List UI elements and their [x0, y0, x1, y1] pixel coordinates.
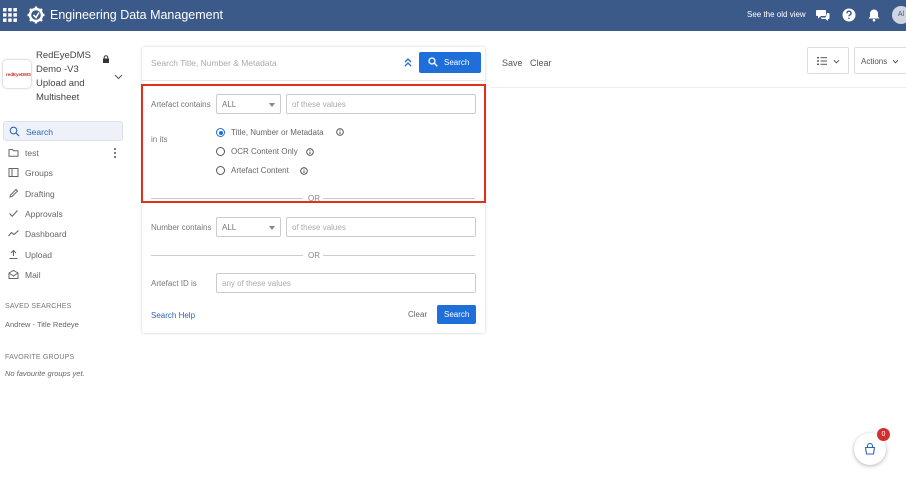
- top-search-button[interactable]: Search: [419, 52, 481, 73]
- number-match-select[interactable]: ALL: [216, 217, 281, 237]
- caret-down-icon: [269, 226, 275, 230]
- content-divider: [490, 87, 906, 88]
- favorite-groups-heading: FAVORITE GROUPS: [5, 354, 75, 361]
- pencil-icon: [9, 188, 19, 198]
- actions-dropdown[interactable]: Actions: [854, 47, 906, 74]
- or-divider-left: [151, 255, 303, 256]
- app-grid-icon[interactable]: [3, 8, 17, 22]
- number-match-value: ALL: [222, 223, 237, 232]
- number-values-input[interactable]: [286, 217, 476, 237]
- upload-icon: [9, 249, 18, 259]
- chevron-down-icon: [892, 59, 899, 64]
- project-thumbnail-text: redEyeDMS: [6, 72, 32, 77]
- sidebar-item-search[interactable]: Search: [3, 121, 123, 141]
- sidebar-item-label: Mail: [25, 270, 41, 280]
- saved-search-item[interactable]: Andrew - Title Redeye: [5, 320, 79, 329]
- top-bar: Engineering Data Management See the old …: [0, 0, 906, 31]
- search-icon: [428, 57, 438, 67]
- search-help-link[interactable]: Search Help: [151, 311, 195, 320]
- cart-count-badge: 0: [877, 428, 890, 441]
- mail-icon: [8, 269, 19, 279]
- or-divider-right: [323, 255, 475, 256]
- chat-icon[interactable]: [816, 8, 830, 22]
- artefact-id-input[interactable]: [216, 273, 476, 293]
- help-icon[interactable]: [842, 8, 856, 22]
- clear-button[interactable]: Clear: [530, 58, 552, 68]
- sidebar-item-label: test: [25, 148, 39, 158]
- sidebar-item-label: Groups: [25, 168, 53, 178]
- search-input[interactable]: Search Title, Number & Metadata: [151, 58, 277, 68]
- kebab-menu-icon[interactable]: [113, 147, 117, 159]
- sidebar: redEyeDMS RedEyeDMS Demo -V3 Upload and …: [0, 31, 130, 498]
- app-title: Engineering Data Management: [50, 8, 224, 22]
- list-view-icon: [817, 57, 827, 65]
- sidebar-item-label: Search: [26, 127, 53, 137]
- user-avatar[interactable]: Al: [892, 6, 906, 24]
- bottom-search-button[interactable]: Search: [437, 305, 476, 324]
- double-chevron-up-icon[interactable]: [403, 56, 413, 68]
- view-mode-button[interactable]: [807, 47, 849, 74]
- chevron-down-icon: [833, 59, 840, 64]
- project-name[interactable]: RedEyeDMS Demo -V3 Upload and Multisheet: [36, 49, 98, 105]
- clear-form-button[interactable]: Clear: [408, 310, 427, 319]
- sidebar-item-label: Upload: [25, 250, 52, 260]
- artefact-id-label: Artefact ID is: [151, 279, 197, 288]
- sidebar-item-approvals[interactable]: Approvals: [3, 204, 123, 224]
- bell-icon[interactable]: [867, 8, 881, 22]
- sidebar-item-label: Approvals: [25, 209, 63, 219]
- project-thumbnail[interactable]: redEyeDMS: [3, 60, 31, 88]
- sidebar-item-upload[interactable]: Upload: [3, 245, 123, 265]
- sidebar-item-drafting[interactable]: Drafting: [3, 184, 123, 204]
- folder-icon: [8, 149, 19, 157]
- chevron-down-icon[interactable]: [114, 72, 123, 81]
- sidebar-item-dashboard[interactable]: Dashboard: [3, 224, 123, 244]
- favorite-groups-empty: No favourite groups yet.: [5, 369, 85, 378]
- search-icon: [9, 126, 20, 137]
- basket-icon: [864, 443, 876, 455]
- sidebar-item-mail[interactable]: Mail: [3, 265, 123, 285]
- or-separator: OR: [308, 251, 320, 260]
- lock-icon: [103, 55, 109, 63]
- gear-logo-icon: [27, 6, 45, 24]
- sidebar-item-label: Dashboard: [25, 229, 67, 239]
- save-button[interactable]: Save: [502, 58, 523, 68]
- bottom-search-button-label: Search: [444, 310, 470, 319]
- sidebar-item-groups[interactable]: Groups: [3, 163, 123, 183]
- chart-line-icon: [8, 230, 19, 237]
- highlight-box: [141, 84, 486, 203]
- sidebar-item-label: Drafting: [25, 189, 55, 199]
- actions-label: Actions: [861, 57, 888, 66]
- groups-icon: [8, 168, 19, 177]
- saved-searches-heading: SAVED SEARCHES: [5, 303, 72, 310]
- old-view-link[interactable]: See the old view: [747, 10, 806, 19]
- top-search-button-label: Search: [444, 58, 470, 67]
- check-icon: [9, 210, 18, 217]
- card-divider: [142, 80, 485, 81]
- number-contains-label: Number contains: [151, 223, 212, 232]
- sidebar-item-test[interactable]: test: [3, 143, 123, 163]
